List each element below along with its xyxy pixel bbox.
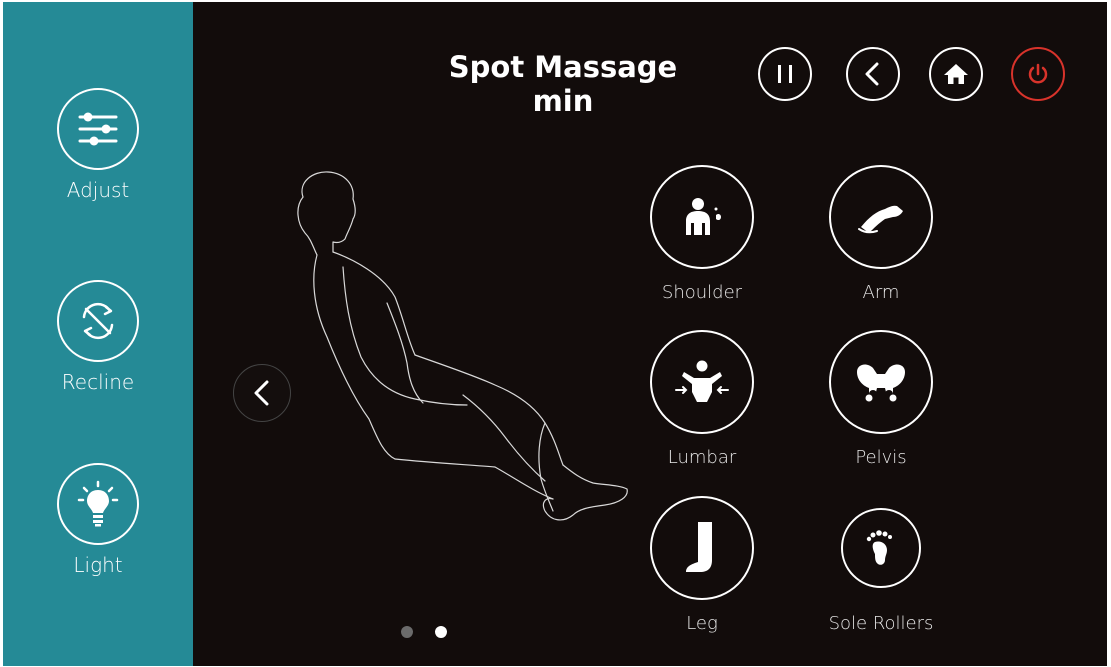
leg-icon: [650, 496, 754, 600]
part-label: Shoulder: [661, 282, 743, 303]
title-line-1: Spot Massage: [448, 50, 678, 84]
sidebar-item-label: Recline: [61, 370, 135, 394]
part-leg-button[interactable]: Leg: [642, 496, 762, 634]
sidebar-item-light[interactable]: Light: [3, 463, 193, 577]
part-label: Sole Rollers: [828, 613, 934, 634]
part-shoulder-button[interactable]: Shoulder: [642, 165, 762, 303]
pelvis-icon: [829, 330, 933, 434]
home-icon: [944, 64, 968, 84]
sidebar: Adjust Recline Light: [3, 2, 193, 666]
pagination-dot-1[interactable]: [401, 626, 413, 638]
pause-icon: [778, 65, 792, 83]
pause-button[interactable]: [758, 47, 812, 101]
sidebar-item-label: Light: [73, 553, 123, 577]
sidebar-item-label: Adjust: [66, 178, 130, 202]
sliders-icon: [57, 88, 139, 170]
shoulder-icon: [650, 165, 754, 269]
sidebar-item-recline[interactable]: Recline: [3, 280, 193, 394]
back-top-button[interactable]: [846, 47, 900, 101]
power-button[interactable]: [1011, 47, 1065, 101]
part-label: Lumbar: [667, 447, 737, 468]
home-button[interactable]: [929, 47, 983, 101]
title-line-2: min: [532, 84, 594, 118]
lumbar-icon: [650, 330, 754, 434]
part-pelvis-button[interactable]: Pelvis: [821, 330, 941, 468]
part-sole-rollers-button[interactable]: Sole Rollers: [821, 496, 941, 634]
chevron-left-icon: [254, 380, 269, 406]
part-lumbar-button[interactable]: Lumbar: [642, 330, 762, 468]
pagination-dot-2-active[interactable]: [435, 626, 447, 638]
lightbulb-icon: [57, 463, 139, 545]
foot-icon: [841, 508, 921, 588]
main-panel: Spot Massage min Shoulder Arm Lumbar Pel…: [193, 2, 1107, 666]
arm-icon: [829, 165, 933, 269]
recline-arrows-icon: [57, 280, 139, 362]
body-outline-figure: [297, 171, 628, 521]
part-arm-button[interactable]: Arm: [821, 165, 941, 303]
page-title: Spot Massage min: [448, 50, 678, 118]
sidebar-item-adjust[interactable]: Adjust: [3, 88, 193, 202]
chevron-left-icon: [865, 62, 879, 86]
part-label: Leg: [686, 613, 718, 634]
power-icon: [1028, 63, 1048, 84]
part-label: Pelvis: [855, 447, 907, 468]
part-label: Arm: [862, 282, 900, 303]
previous-page-button[interactable]: [233, 364, 291, 422]
